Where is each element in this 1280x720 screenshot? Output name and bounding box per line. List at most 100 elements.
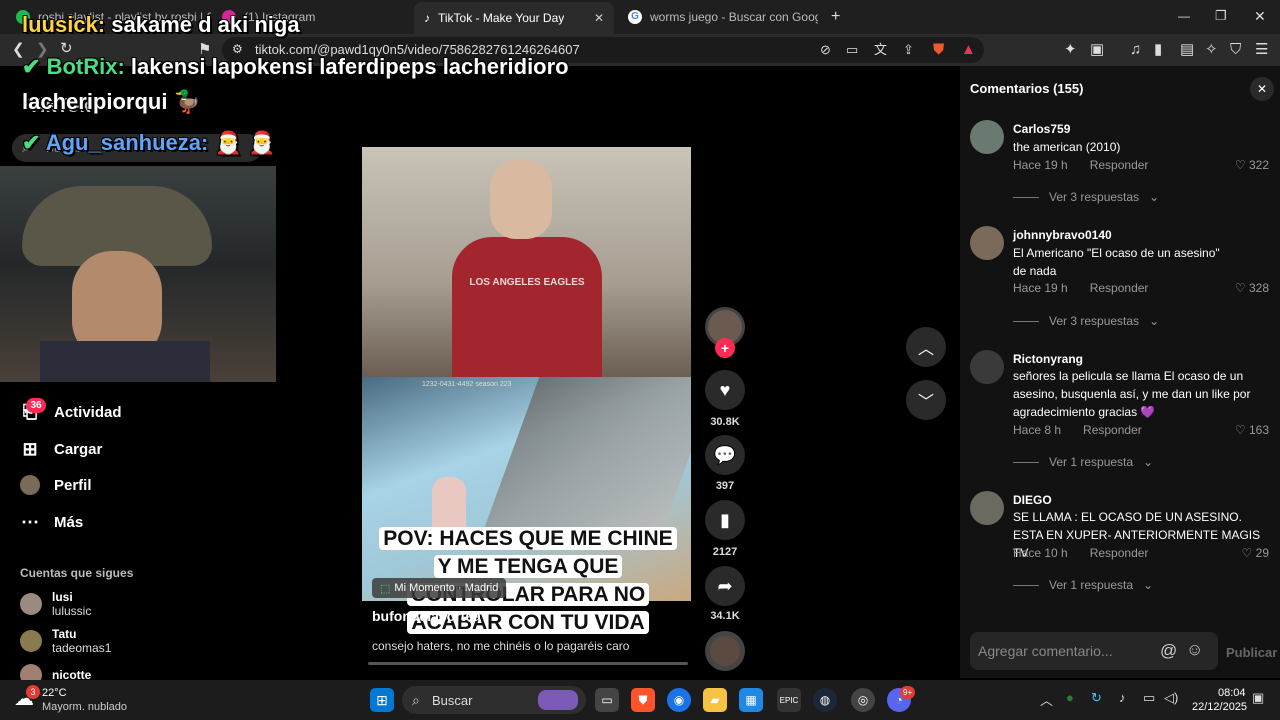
mention-icon[interactable]: @ [1160, 641, 1177, 661]
following-account[interactable]: lusi lulussic [20, 590, 91, 618]
view-replies-button[interactable]: Ver 1 respuesta ⌄ [1013, 578, 1153, 592]
close-tab-icon[interactable]: ✕ [594, 11, 604, 25]
microphone-icon[interactable]: ♪ [1119, 690, 1126, 705]
sidebar-icon[interactable]: ▮ [1154, 42, 1162, 57]
obs-icon[interactable]: ◎ [851, 688, 875, 712]
nav-perfil[interactable]: Perfil [20, 475, 92, 495]
tray-chevron-up-icon[interactable]: ︿ [1040, 690, 1053, 709]
video-person-shirt: LOS ANGELES EAGLES [452, 237, 602, 377]
weather-alert-badge: 3 [26, 685, 40, 699]
mute-icon[interactable]: ⊘ [820, 43, 831, 56]
previous-video-button[interactable]: ︿ [906, 327, 946, 367]
tab-tiktok[interactable]: ♪ TikTok - Make Your Day ✕ [414, 2, 614, 34]
nav-mas[interactable]: ⋯ Más [20, 512, 83, 533]
comment-username[interactable]: DIEGO [1013, 493, 1052, 507]
comment-like[interactable]: ♡ 29 [1242, 546, 1269, 560]
taskbar-search[interactable]: ⌕ Buscar [402, 686, 586, 714]
minimize-button[interactable]: — [1178, 10, 1190, 22]
translate-icon[interactable]: 文 [874, 43, 887, 56]
comment-button[interactable]: 💬 [705, 435, 745, 475]
comment-meta: Hace 8 h Responder ♡ 163 [1013, 423, 1269, 437]
post-comment-button[interactable]: Publicar [1226, 645, 1277, 660]
new-tab-button[interactable]: + [831, 9, 840, 25]
brave-icon[interactable]: ⛊ [631, 688, 655, 712]
comment-username[interactable]: johnnybravo0140 [1013, 228, 1112, 242]
avatar [20, 593, 42, 615]
maximize-button[interactable]: ❐ [1215, 9, 1227, 22]
tray-sync-icon[interactable]: ↻ [1091, 690, 1102, 706]
avatar[interactable] [970, 120, 1004, 154]
comment-like[interactable]: ♡ 322 [1235, 158, 1269, 172]
weather-desc: Mayorm. nublado [42, 701, 127, 713]
comment-username[interactable]: Rictonyrang [1013, 352, 1083, 366]
chevron-down-icon: ⌄ [1143, 578, 1154, 592]
network-icon[interactable]: ▭ [1143, 690, 1155, 706]
leo-ai-icon[interactable]: ✧ [1205, 42, 1218, 57]
file-explorer-icon[interactable]: ▰ [703, 688, 727, 712]
share-button[interactable]: ➦ [705, 566, 745, 606]
chat-message: ✔ Agu_sanhueza: 🎅 🎅 [22, 130, 276, 155]
video-author[interactable]: bufondelacortea [372, 608, 481, 624]
notifications-icon[interactable]: ▣ [1252, 690, 1264, 706]
wallet-icon[interactable]: ▤ [1180, 42, 1194, 57]
screenshot-icon[interactable]: ▣ [1090, 42, 1104, 57]
brave-shield-icon[interactable]: ⛊ [933, 42, 944, 57]
search-icon: ⌕ [412, 692, 420, 708]
brave-rewards-icon[interactable]: ▲ [961, 42, 976, 57]
chat-message: ✔ BotRix: lakensi lapokensi laferdipeps … [22, 54, 569, 79]
comment-count: 397 [715, 480, 735, 492]
location-pin-icon: ⬚ [380, 582, 391, 595]
tab-google[interactable]: G worms juego - Buscar con Google [618, 4, 818, 30]
chrome-icon[interactable]: ◉ [667, 688, 691, 712]
tiktok-icon: ♪ [424, 11, 430, 25]
clock-date[interactable]: 22/12/2025 [1192, 701, 1247, 713]
following-heading: Cuentas que sigues [20, 566, 134, 580]
like-button[interactable]: ♥ [705, 370, 745, 410]
start-button[interactable]: ⊞ [370, 688, 394, 712]
comment-icon: 💬 [713, 444, 737, 465]
chevron-down-icon: ﹀ [917, 394, 934, 411]
video-person-head [490, 159, 552, 239]
avatar[interactable] [970, 350, 1004, 384]
comment-text: El Americano "El ocaso de un asesino" de… [1013, 246, 1220, 278]
sound-disc[interactable] [705, 631, 745, 671]
comment-input[interactable]: Agregar comentario... @ ☺ [970, 632, 1218, 670]
comment-like[interactable]: ♡ 163 [1235, 423, 1269, 437]
cast-icon[interactable]: ▭ [846, 43, 858, 56]
chevron-down-icon: ⌄ [1149, 314, 1160, 328]
steam-icon[interactable]: ◍ [813, 688, 837, 712]
video-progress[interactable] [368, 662, 688, 665]
share-icon[interactable]: ⇪ [903, 43, 914, 56]
menu-icon[interactable]: ☰ [1255, 42, 1268, 57]
clock-time[interactable]: 08:04 [1218, 687, 1246, 699]
view-replies-button[interactable]: Ver 3 respuestas ⌄ [1013, 190, 1159, 204]
comment-like[interactable]: ♡ 328 [1235, 281, 1269, 295]
location-tag[interactable]: ⬚ Mi Momento · Madrid [372, 578, 507, 598]
reply-button[interactable]: Responder [1090, 158, 1149, 172]
close-comments-button[interactable]: ✕ [1250, 77, 1274, 101]
view-replies-button[interactable]: Ver 1 respuesta ⌄ [1013, 455, 1153, 469]
task-view-icon[interactable]: ▭ [595, 688, 619, 712]
extensions-icon[interactable]: ✦ [1064, 42, 1077, 57]
close-window-button[interactable]: ✕ [1254, 9, 1266, 23]
reply-button[interactable]: Responder [1090, 546, 1149, 560]
epic-games-icon[interactable]: EPIC [777, 688, 801, 712]
avatar[interactable] [970, 226, 1004, 260]
avatar[interactable] [970, 491, 1004, 525]
store-icon[interactable]: ▦ [739, 688, 763, 712]
next-video-button[interactable]: ﹀ [906, 380, 946, 420]
follow-plus-icon[interactable]: + [715, 338, 735, 358]
emoji-icon[interactable]: ☺ [1186, 640, 1203, 660]
save-button[interactable]: ▮ [705, 500, 745, 540]
reply-button[interactable]: Responder [1083, 423, 1142, 437]
tray-app-icon[interactable]: ● [1066, 690, 1074, 705]
comment-username[interactable]: Carlos759 [1013, 122, 1070, 136]
volume-icon[interactable]: ◁) [1164, 690, 1178, 706]
reply-button[interactable]: Responder [1090, 281, 1149, 295]
following-account[interactable]: Tatu tadeomas1 [20, 627, 111, 655]
view-replies-button[interactable]: Ver 3 respuestas ⌄ [1013, 314, 1159, 328]
vpn-icon[interactable]: ⛉ [1230, 42, 1241, 57]
chat-message: lacheripiorqui 🦆 [22, 89, 202, 114]
media-icon[interactable]: ♫ [1130, 42, 1141, 57]
nav-cargar[interactable]: ⊞ Cargar [20, 439, 102, 460]
